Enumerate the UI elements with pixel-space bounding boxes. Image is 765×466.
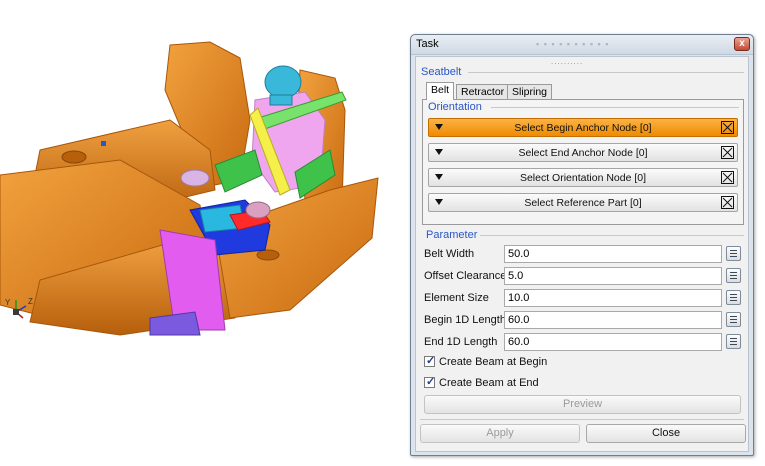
- window-close-button[interactable]: x: [734, 37, 750, 51]
- clear-selection-icon[interactable]: [721, 121, 734, 134]
- select-orientation-node[interactable]: Select Orientation Node [0]: [428, 168, 738, 187]
- element-size-input[interactable]: [504, 289, 722, 307]
- footer-divider: [420, 419, 744, 420]
- panel-grip[interactable]: ..........: [551, 57, 583, 66]
- create-beam-begin-label: Create Beam at Begin: [439, 356, 548, 368]
- parameter-title: Parameter: [426, 229, 478, 241]
- selector-label: Select Reference Part [0]: [524, 197, 642, 209]
- orientation-divider: [491, 107, 739, 108]
- dropdown-arrow-icon: [435, 149, 443, 155]
- preview-button[interactable]: Preview: [424, 395, 741, 414]
- create-beam-begin-row[interactable]: ✓ Create Beam at Begin: [424, 355, 548, 368]
- task-window: Task ▪ ▪ ▪ ▪ ▪ ▪ ▪ ▪ ▪ ▪ x .......... Se…: [410, 34, 754, 456]
- dropdown-arrow-icon: [435, 124, 443, 130]
- create-beam-end-row[interactable]: ✓ Create Beam at End: [424, 376, 539, 389]
- section-divider: [468, 72, 744, 73]
- begin-1d-length-input[interactable]: [504, 311, 722, 329]
- belt-width-calc-button[interactable]: [726, 246, 741, 261]
- dropdown-arrow-icon: [435, 199, 443, 205]
- title-ghost-text: ▪ ▪ ▪ ▪ ▪ ▪ ▪ ▪ ▪ ▪: [536, 39, 610, 49]
- tab-label: Belt: [431, 84, 450, 96]
- create-beam-begin-checkbox[interactable]: ✓: [424, 355, 436, 367]
- element-size-calc-button[interactable]: [726, 290, 741, 305]
- clear-selection-icon[interactable]: [721, 171, 734, 184]
- selector-label: Select End Anchor Node [0]: [518, 147, 648, 159]
- end-1d-length-calc-button[interactable]: [726, 334, 741, 349]
- tab-slipring[interactable]: Slipring: [507, 84, 553, 99]
- belt-width-label: Belt Width: [424, 248, 475, 260]
- model-viewport[interactable]: Y Z: [0, 0, 400, 466]
- tab-retractor[interactable]: Retractor: [456, 84, 510, 99]
- offset-clearance-label: Offset Clearance: [424, 270, 507, 282]
- dropdown-arrow-icon: [435, 174, 443, 180]
- select-begin-anchor-node[interactable]: Select Begin Anchor Node [0]: [428, 118, 738, 137]
- clear-selection-icon[interactable]: [721, 146, 734, 159]
- selector-label: Select Begin Anchor Node [0]: [514, 122, 652, 134]
- orientation-title: Orientation: [428, 101, 482, 113]
- section-title-seatbelt: Seatbelt: [421, 66, 462, 78]
- seat-model-render: [0, 41, 379, 336]
- window-title: Task: [416, 38, 439, 50]
- create-beam-end-label: Create Beam at End: [439, 377, 539, 389]
- begin-1d-length-label: Begin 1D Length: [424, 314, 506, 326]
- end-1d-length-label: End 1D Length: [424, 336, 498, 348]
- begin-1d-length-calc-button[interactable]: [726, 312, 741, 327]
- select-end-anchor-node[interactable]: Select End Anchor Node [0]: [428, 143, 738, 162]
- parameter-divider: [480, 235, 744, 236]
- offset-clearance-input[interactable]: [504, 267, 722, 285]
- tab-label: Retractor: [461, 86, 505, 98]
- belt-tab-panel: Orientation Select Begin Anchor Node [0]…: [422, 99, 744, 225]
- end-1d-length-input[interactable]: [504, 333, 722, 351]
- element-size-label: Element Size: [424, 292, 489, 304]
- selector-label: Select Orientation Node [0]: [519, 172, 647, 184]
- task-body: .......... Seatbelt Belt Retractor Slipr…: [415, 56, 749, 452]
- create-beam-end-checkbox[interactable]: ✓: [424, 376, 436, 388]
- axis-z-label: Z: [28, 297, 33, 306]
- axis-y-label: Y: [5, 298, 11, 307]
- select-reference-part[interactable]: Select Reference Part [0]: [428, 193, 738, 212]
- tab-label: Slipring: [512, 86, 548, 98]
- checkmark-icon: ✓: [426, 355, 436, 367]
- clear-selection-icon[interactable]: [721, 196, 734, 209]
- checkmark-icon: ✓: [426, 376, 436, 388]
- belt-width-input[interactable]: [504, 245, 722, 263]
- close-button[interactable]: Close: [586, 424, 746, 443]
- apply-button[interactable]: Apply: [420, 424, 580, 443]
- offset-clearance-calc-button[interactable]: [726, 268, 741, 283]
- title-bar[interactable]: Task ▪ ▪ ▪ ▪ ▪ ▪ ▪ ▪ ▪ ▪ x: [411, 35, 753, 55]
- tab-belt[interactable]: Belt: [426, 82, 455, 100]
